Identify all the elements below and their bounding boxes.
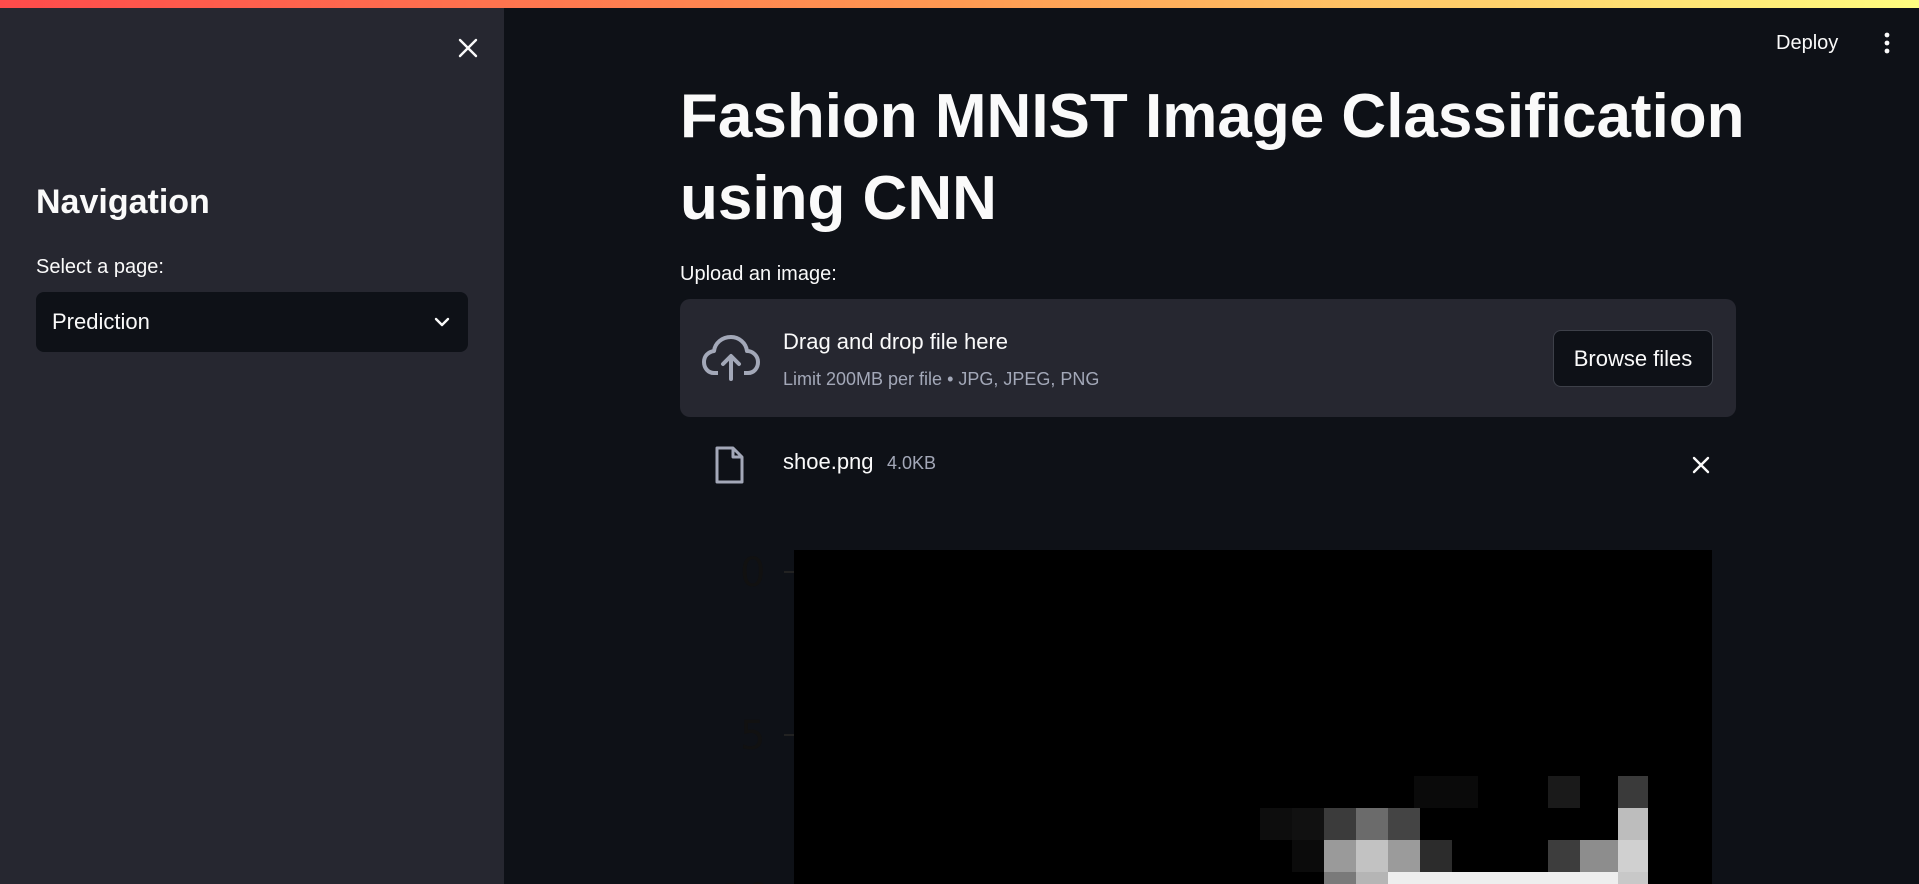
sidebar: Navigation Select a page: Prediction (0, 0, 504, 884)
dropzone-instruction: Drag and drop file here (783, 329, 1009, 354)
y-tick-label: 0 (740, 550, 765, 596)
remove-file-button[interactable] (1686, 450, 1716, 480)
file-dropzone[interactable]: Drag and drop file here Limit 200MB per … (680, 299, 1736, 417)
close-sidebar-button[interactable] (450, 30, 486, 66)
main-menu-button[interactable] (1872, 28, 1902, 58)
image-area (794, 550, 1712, 884)
page-select-label: Select a page: (36, 256, 164, 278)
file-size: 4.0KB (887, 453, 937, 473)
more-vertical-icon (1884, 32, 1890, 54)
close-icon (1692, 456, 1710, 474)
page-title: Fashion MNIST Image Classification using… (680, 82, 1745, 233)
page-selectbox[interactable]: Prediction (36, 292, 468, 352)
y-tick-label: 10 (720, 876, 771, 884)
chevron-down-icon (434, 317, 450, 327)
deploy-button[interactable]: Deploy (1768, 28, 1846, 59)
header-decoration-bar (0, 0, 1919, 8)
y-tick-label: 5 (740, 713, 765, 759)
sidebar-title: Navigation (36, 183, 210, 221)
close-icon (458, 38, 478, 58)
file-name: shoe.png (783, 449, 874, 474)
cloud-upload-icon (702, 333, 760, 388)
dropzone-limits: Limit 200MB per file • JPG, JPEG, PNG (783, 369, 1100, 389)
upload-label: Upload an image: (680, 263, 837, 285)
file-icon (714, 446, 744, 489)
image-plot: 0 5 10 (680, 520, 1720, 884)
image-plot-svg: 0 5 10 (720, 550, 1712, 884)
uploaded-file-row: shoe.png 4.0KB (680, 440, 1736, 488)
page-select-value: Prediction (52, 309, 150, 334)
browse-files-button[interactable]: Browse files (1553, 330, 1713, 387)
